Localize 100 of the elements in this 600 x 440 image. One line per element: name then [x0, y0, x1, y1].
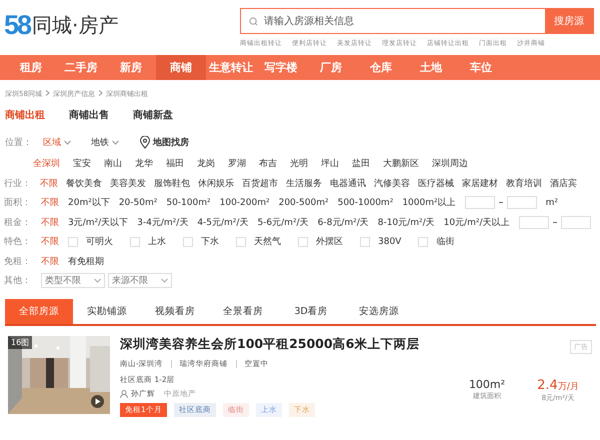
nav-tab[interactable]: 商铺 — [156, 55, 206, 80]
filter-option[interactable]: 休闲娱乐 — [198, 176, 234, 190]
checkbox-label[interactable]: 可明火 — [86, 235, 113, 248]
filter-option[interactable]: 生活服务 — [286, 176, 322, 190]
location-dropdown[interactable]: 区域 — [43, 136, 71, 148]
filter-option[interactable]: 3元/m²/天以下 — [68, 216, 128, 229]
breadcrumb-separator-icon — [44, 90, 50, 98]
district-link[interactable]: 福田 — [166, 157, 184, 170]
filter-option[interactable]: 4-5元/m²/天 — [197, 216, 248, 229]
filter-option[interactable]: 3-4元/m²/天 — [137, 216, 188, 229]
listing-tab[interactable]: 3D看房 — [277, 298, 345, 324]
filter-option[interactable]: 汽修美容 — [374, 176, 410, 190]
filter-option[interactable]: 不限 — [41, 254, 59, 268]
filter-option[interactable]: 医疗器械 — [418, 176, 454, 190]
filter-option[interactable]: 不限 — [40, 176, 58, 190]
district-link[interactable]: 龙岗 — [197, 157, 215, 170]
logo-number[interactable]: 58 — [4, 10, 30, 40]
filter-option[interactable]: 美容美发 — [110, 176, 146, 190]
checkbox-label[interactable]: 380V — [378, 236, 402, 247]
range-max-input[interactable] — [560, 216, 591, 229]
range-dash-icon — [552, 222, 557, 223]
filter-option[interactable]: 100-200m² — [220, 198, 270, 208]
filter-option[interactable]: 服饰鞋包 — [154, 176, 190, 190]
district-link[interactable]: 罗湖 — [228, 157, 246, 170]
filter-option[interactable]: 200-500m² — [278, 198, 329, 208]
play-icon[interactable] — [91, 394, 104, 408]
filter-label: 位置： — [5, 136, 33, 148]
photo-count-badge: 16图 — [8, 336, 32, 348]
range-min-input[interactable] — [518, 216, 549, 229]
listing-tab[interactable]: 视频看房 — [141, 298, 209, 324]
filter-option[interactable]: 1000m²以上 — [402, 196, 456, 210]
district-link[interactable]: 龙华 — [135, 157, 153, 170]
filter-option[interactable]: 百货超市 — [242, 176, 278, 190]
filter-option[interactable]: 10元/m²/天以上 — [444, 216, 510, 229]
district-link[interactable]: 光明 — [290, 157, 308, 170]
checkbox[interactable] — [360, 236, 370, 247]
filter-option[interactable]: 电器通讯 — [330, 176, 366, 190]
filter-label: 行业： — [4, 178, 32, 190]
district-link[interactable]: 南山 — [104, 157, 122, 170]
logo-text[interactable]: 同城·房产 — [32, 12, 118, 38]
district-link[interactable]: 深圳周边 — [432, 157, 468, 170]
unit-label: m² — [546, 198, 558, 208]
breadcrumb-separator-icon — [98, 90, 103, 98]
sub-tab[interactable]: 商铺出租 — [5, 108, 45, 122]
filter-option[interactable]: 家居建材 — [462, 176, 498, 190]
map-pin-icon — [139, 136, 151, 148]
filter-dropdown[interactable]: 来源不限 — [108, 273, 172, 288]
filter-option[interactable]: 餐饮美食 — [66, 176, 102, 190]
filter-option[interactable]: 不限 — [41, 216, 59, 229]
checkbox-label[interactable]: 外摆区 — [316, 235, 343, 248]
range-max-input[interactable] — [506, 196, 537, 210]
checkbox[interactable] — [183, 236, 193, 247]
filter-label: 租金： — [4, 216, 32, 229]
checkbox-label[interactable]: 天然气 — [254, 235, 281, 248]
filter-option[interactable]: 不限 — [41, 196, 59, 210]
search-icon — [249, 16, 258, 26]
checkbox-label[interactable]: 下水 — [201, 235, 219, 248]
district-link[interactable]: 坪山 — [321, 157, 339, 170]
filter-option[interactable]: 6-8元/m²/天 — [318, 216, 369, 229]
filter-option[interactable]: 20-50m² — [118, 198, 158, 208]
filter-option[interactable]: 有免租期 — [68, 254, 104, 268]
listing-title[interactable]: 深圳湾美容养生会所100平租25000高6米上下两层 — [120, 336, 462, 352]
filter-option[interactable]: 8-10元/m²/天 — [378, 216, 435, 229]
chevron-down-icon — [64, 140, 71, 144]
listing-tab[interactable]: 实勘铺源 — [73, 298, 141, 324]
area-value: 100m² — [468, 378, 506, 390]
district-link[interactable]: 大鹏新区 — [383, 157, 419, 170]
filter-option[interactable]: 酒店宾 — [550, 176, 577, 190]
district-link[interactable]: 全深圳 — [33, 157, 60, 170]
checkbox[interactable] — [418, 236, 428, 247]
filter-option[interactable]: 不限 — [41, 235, 59, 248]
filter-option[interactable]: 5-6元/m²/天 — [257, 216, 309, 229]
district-link[interactable]: 盐田 — [352, 157, 370, 170]
filter-label: 其他： — [4, 274, 32, 288]
chevron-down-icon — [94, 278, 101, 284]
filter-label: 免租： — [4, 256, 32, 268]
sub-tab[interactable]: 商铺新盘 — [133, 108, 173, 122]
filter-option[interactable]: 500-1000m² — [338, 198, 394, 208]
checkbox-label[interactable]: 上水 — [148, 235, 166, 248]
location-dropdown[interactable]: 地铁 — [91, 136, 119, 148]
filter-option[interactable]: 20m²以下 — [68, 196, 110, 210]
chevron-down-icon — [161, 278, 168, 284]
person-icon — [120, 390, 128, 398]
listing-tab[interactable]: 全景看房 — [209, 298, 277, 324]
district-link[interactable]: 布吉 — [259, 157, 277, 170]
checkbox[interactable] — [68, 236, 78, 247]
filter-dropdown[interactable]: 类型不限 — [41, 273, 105, 288]
checkbox[interactable] — [298, 236, 308, 247]
listing-tab[interactable]: 安选房源 — [345, 298, 413, 324]
filter-option[interactable]: 教育培训 — [506, 176, 542, 190]
filter-option[interactable]: 50-100m² — [166, 198, 211, 208]
checkbox[interactable] — [130, 236, 140, 247]
sub-tab[interactable]: 商铺出售 — [69, 108, 109, 122]
range-min-input[interactable] — [464, 196, 495, 210]
map-search-link[interactable]: 地图找房 — [139, 136, 189, 148]
checkbox[interactable] — [236, 236, 246, 247]
filter-label: 特色： — [4, 236, 32, 248]
chevron-down-icon — [112, 140, 119, 144]
district-link[interactable]: 宝安 — [73, 157, 91, 170]
checkbox-label[interactable]: 临街 — [436, 235, 454, 248]
